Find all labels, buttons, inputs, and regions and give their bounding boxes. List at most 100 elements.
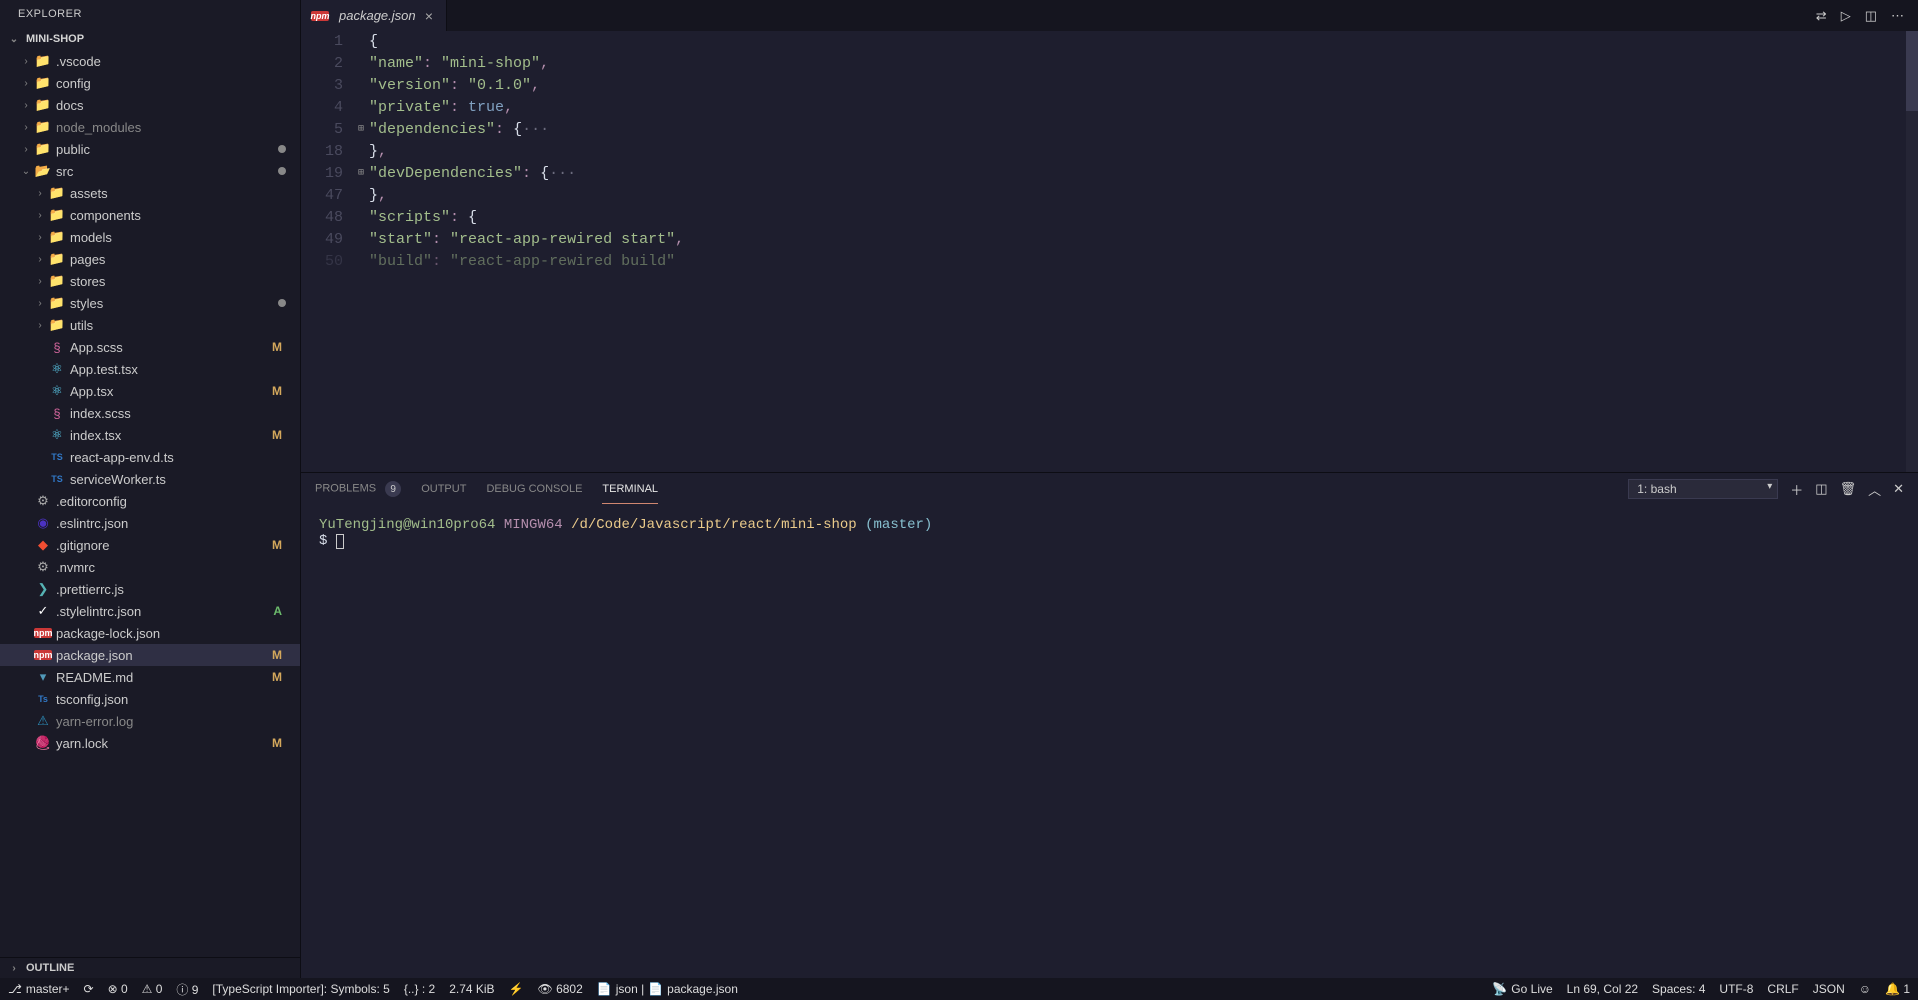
language-status[interactable]: JSON: [1813, 982, 1845, 996]
tree-file[interactable]: npmpackage-lock.json: [0, 622, 300, 644]
code-line[interactable]: 3 "version": "0.1.0",: [301, 75, 1918, 97]
tree-file[interactable]: ⚛App.tsxM: [0, 380, 300, 402]
tree-folder[interactable]: ›📁.vscode: [0, 50, 300, 72]
tree-folder[interactable]: ›📁components: [0, 204, 300, 226]
panel-tab-problems[interactable]: PROBLEMS 9: [315, 473, 401, 505]
file-type-icon: 📁: [34, 141, 52, 157]
code-line[interactable]: 5⊞ "dependencies": {···: [301, 119, 1918, 141]
code-editor[interactable]: 1{2 "name": "mini-shop",3 "version": "0.…: [301, 31, 1918, 472]
file-type-icon: 📁: [34, 97, 52, 113]
tree-folder[interactable]: ›📁config: [0, 72, 300, 94]
file-icon: 📄: [648, 982, 663, 996]
eol-status[interactable]: CRLF: [1767, 982, 1798, 996]
terminal[interactable]: YuTengjing@win10pro64 MINGW64 /d/Code/Ja…: [301, 505, 1918, 978]
tree-folder[interactable]: ›📁models: [0, 226, 300, 248]
tree-folder[interactable]: ›📁utils: [0, 314, 300, 336]
info-count[interactable]: ⓘ 9: [176, 981, 198, 998]
chevron-icon: ›: [32, 320, 48, 331]
tree-file[interactable]: ⚛App.test.tsx: [0, 358, 300, 380]
ts-importer-status[interactable]: [TypeScript Importer]: Symbols: 5: [212, 982, 389, 996]
file-type-icon: TS: [48, 474, 66, 484]
tree-file[interactable]: ▾README.mdM: [0, 666, 300, 688]
tree-file[interactable]: ⚙.nvmrc: [0, 556, 300, 578]
run-icon[interactable]: ▷: [1841, 8, 1851, 24]
minimap-thumb[interactable]: [1906, 31, 1918, 111]
tree-file[interactable]: ⚠yarn-error.log: [0, 710, 300, 732]
tree-file[interactable]: ⚛index.tsxM: [0, 424, 300, 446]
tree-file[interactable]: TSreact-app-env.d.ts: [0, 446, 300, 468]
file-type-icon: 📁: [34, 75, 52, 91]
close-icon[interactable]: ×: [422, 8, 436, 24]
tree-file[interactable]: §App.scssM: [0, 336, 300, 358]
fold-icon[interactable]: ⊞: [353, 163, 369, 185]
sync-button[interactable]: ⟳: [84, 982, 94, 996]
problems-count: 9: [385, 481, 401, 497]
tree-file[interactable]: ⚙.editorconfig: [0, 490, 300, 512]
tree-file[interactable]: TSserviceWorker.ts: [0, 468, 300, 490]
tree-item-label: .prettierrc.js: [56, 582, 286, 597]
terminal-select[interactable]: 1: bash: [1628, 479, 1778, 499]
kill-terminal-icon[interactable]: 🗑: [1840, 481, 1857, 497]
feedback-icon[interactable]: ☺: [1859, 982, 1871, 996]
tree-file[interactable]: ◆.gitignoreM: [0, 534, 300, 556]
indent-status[interactable]: Spaces: 4: [1652, 982, 1705, 996]
file-type-icon: 📁: [48, 251, 66, 267]
more-icon[interactable]: ⋯: [1891, 8, 1904, 24]
code-line[interactable]: 2 "name": "mini-shop",: [301, 53, 1918, 75]
tree-file[interactable]: §index.scss: [0, 402, 300, 424]
new-terminal-icon[interactable]: ＋: [1790, 480, 1803, 499]
code-line[interactable]: 50 "build": "react-app-rewired build": [301, 251, 1918, 273]
maximize-panel-icon[interactable]: ︿: [1868, 480, 1881, 499]
outline-header[interactable]: › OUTLINE: [0, 957, 300, 978]
panel-tab-output[interactable]: OUTPUT: [421, 475, 466, 503]
file-info[interactable]: 📄 json | 📄 package.json: [597, 982, 738, 996]
tree-folder[interactable]: ›📁node_modules: [0, 116, 300, 138]
line-number: 5: [301, 119, 353, 141]
cursor-position[interactable]: Ln 69, Col 22: [1567, 982, 1638, 996]
compare-icon[interactable]: ⇄: [1816, 8, 1827, 24]
go-live-button[interactable]: 📡 Go Live: [1492, 982, 1552, 996]
tree-item-label: stores: [70, 274, 286, 289]
split-editor-icon[interactable]: ◫: [1865, 8, 1877, 24]
git-branch[interactable]: ⎇ master+: [8, 982, 70, 996]
file-tree: ›📁.vscode›📁config›📁docs›📁node_modules›📁p…: [0, 50, 300, 957]
notifications-icon[interactable]: 🔔 1: [1885, 982, 1910, 996]
tree-folder[interactable]: ›📁pages: [0, 248, 300, 270]
tree-file[interactable]: ✓.stylelintrc.jsonA: [0, 600, 300, 622]
split-terminal-icon[interactable]: ◫: [1815, 481, 1827, 497]
tree-folder[interactable]: ›📁public: [0, 138, 300, 160]
bracket-status[interactable]: {..} : 2: [404, 982, 435, 996]
chevron-icon: ›: [32, 188, 48, 199]
code-line[interactable]: 4 "private": true,: [301, 97, 1918, 119]
git-status-badge: M: [272, 736, 286, 750]
tree-file[interactable]: ◉.eslintrc.json: [0, 512, 300, 534]
code-line[interactable]: 49 "start": "react-app-rewired start",: [301, 229, 1918, 251]
fold-icon[interactable]: ⊞: [353, 119, 369, 141]
tree-folder[interactable]: ›📁styles: [0, 292, 300, 314]
bolt-icon[interactable]: ⚡: [509, 982, 524, 996]
code-line[interactable]: 48 "scripts": {: [301, 207, 1918, 229]
tree-folder[interactable]: ⌄📂src: [0, 160, 300, 182]
tree-file[interactable]: 🧶yarn.lockM: [0, 732, 300, 754]
tree-file[interactable]: ❯.prettierrc.js: [0, 578, 300, 600]
warnings-count[interactable]: ⚠ 0: [142, 982, 163, 996]
panel-tab-debug[interactable]: DEBUG CONSOLE: [486, 475, 582, 503]
tree-file[interactable]: Tstsconfig.json: [0, 688, 300, 710]
minimap[interactable]: [1906, 31, 1918, 472]
code-line[interactable]: 47 },: [301, 185, 1918, 207]
file-type-icon: 📁: [48, 317, 66, 333]
errors-count[interactable]: ⊗ 0: [108, 982, 128, 996]
close-panel-icon[interactable]: ✕: [1893, 481, 1904, 497]
tree-file[interactable]: npmpackage.jsonM: [0, 644, 300, 666]
editor-area: npm package.json × ⇄ ▷ ◫ ⋯ 1{2 "name": "…: [301, 0, 1918, 978]
tree-folder[interactable]: ›📁assets: [0, 182, 300, 204]
code-line[interactable]: 1{: [301, 31, 1918, 53]
code-line[interactable]: 18 },: [301, 141, 1918, 163]
tab-package-json[interactable]: npm package.json ×: [301, 0, 447, 31]
tree-folder[interactable]: ›📁stores: [0, 270, 300, 292]
panel-tab-terminal[interactable]: TERMINAL: [602, 475, 658, 503]
tree-folder[interactable]: ›📁docs: [0, 94, 300, 116]
project-header[interactable]: ⌄ MINI-SHOP: [0, 28, 300, 50]
encoding-status[interactable]: UTF-8: [1719, 982, 1753, 996]
code-line[interactable]: 19⊞ "devDependencies": {···: [301, 163, 1918, 185]
